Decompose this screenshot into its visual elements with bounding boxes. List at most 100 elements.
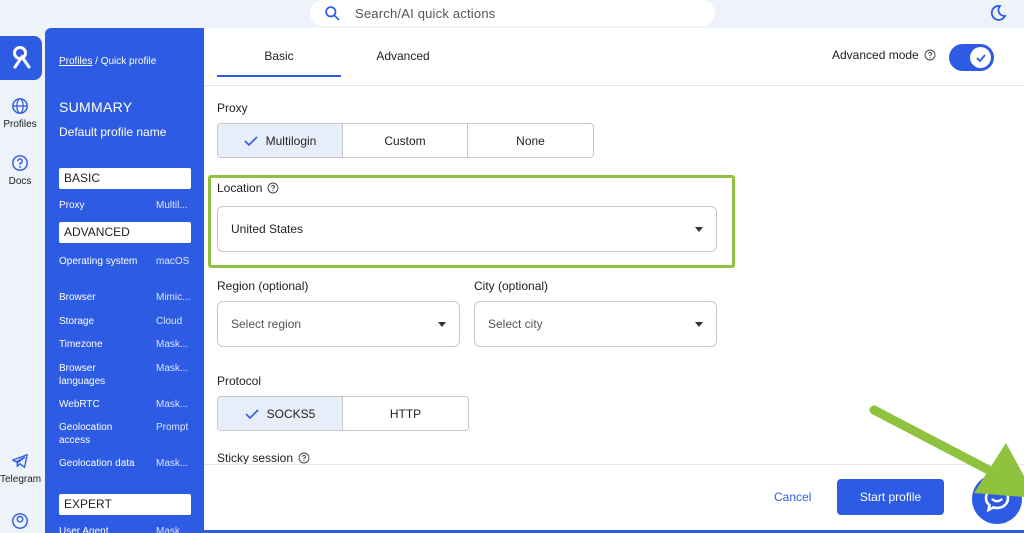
summary-row: Browser languages Mask... [59,362,194,388]
summary-row-key: WebRTC [59,399,100,410]
check-icon [975,53,986,62]
summary-row-key: Storage [59,316,95,327]
search-placeholder: Search/AI quick actions [355,5,496,21]
summary-row: User Agent Mask... [59,525,194,533]
tab-advanced[interactable]: Advanced [341,46,465,63]
breadcrumb-profiles-link[interactable]: Profiles [59,56,92,67]
protocol-option-http[interactable]: HTTP [343,397,468,430]
rail-item-telegram[interactable]: Telegram [0,452,42,485]
rail-label-docs: Docs [8,176,32,187]
advanced-mode-label-group: Advanced mode [832,48,936,62]
proxy-option-label: Multilogin [265,133,317,148]
location-label-group: Location [217,181,279,195]
tab-divider [204,85,1024,86]
sticky-session-label: Sticky session [217,451,294,465]
summary-row-value: Prompt [156,422,189,433]
summary-row-value: Cloud [156,316,183,327]
proxy-option-multilogin[interactable]: Multilogin [218,124,343,157]
section-expert[interactable]: EXPERT [59,494,191,515]
cancel-button[interactable]: Cancel [774,490,811,504]
location-label: Location [217,181,263,195]
summary-row: Storage Cloud [59,315,194,328]
question-circle-icon [12,155,28,171]
summary-row-key: Browser languages [59,363,106,387]
account-icon [12,513,28,529]
region-select[interactable]: Select region [217,301,460,347]
rail-item-profiles[interactable]: Profiles [0,97,40,130]
top-bar: Search/AI quick actions [0,0,1024,28]
summary-row: Geolocation data Mask... [59,457,194,470]
summary-row-key: Operating system [59,256,138,267]
proxy-option-label: None [516,133,545,148]
region-placeholder: Select region [231,317,302,331]
advanced-mode-label: Advanced mode [832,48,919,62]
tab-basic[interactable]: Basic [217,46,341,77]
summary-row-value: Mask... [156,526,189,533]
summary-row-value: Mask... [156,363,189,374]
summary-row-key: Proxy [59,200,85,211]
summary-row: Geolocation access Prompt [59,421,194,447]
city-placeholder: Select city [488,317,543,331]
check-icon [245,408,259,419]
proxy-label: Proxy [217,101,248,115]
summary-row-value: macOS [156,256,190,267]
chevron-down-icon [695,227,703,232]
summary-row-key: Geolocation data [59,458,135,469]
protocol-option-label: SOCKS5 [266,406,316,421]
city-select[interactable]: Select city [474,301,717,347]
summary-row-key: Browser [59,292,96,303]
protocol-label: Protocol [217,374,262,388]
proxy-option-custom[interactable]: Custom [343,124,468,157]
summary-row-key: Geolocation access [59,422,113,446]
proxy-option-none[interactable]: None [468,124,593,157]
breadcrumb-current: Quick profile [100,56,157,67]
summary-row: Proxy Multil... [59,199,194,212]
summary-row-key: User Agent [59,526,109,533]
section-advanced[interactable]: ADVANCED [59,222,191,243]
summary-row-value: Mask... [156,458,189,469]
sticky-session-label-group: Sticky session [217,451,310,465]
summary-row: WebRTC Mask... [59,398,194,411]
summary-title: SUMMARY [59,99,133,115]
help-icon[interactable] [924,49,936,61]
protocol-option-label: HTTP [389,406,422,421]
globe-icon [12,98,28,114]
rail-item-account[interactable] [0,512,40,533]
logo-icon [13,46,31,69]
breadcrumb-separator: / [95,56,98,67]
breadcrumb: Profiles / Quick profile [59,56,156,67]
telegram-icon [12,454,28,468]
moon-icon[interactable] [988,3,1008,23]
app-logo[interactable] [0,36,42,80]
search-icon [325,5,340,20]
location-value: United States [231,222,304,236]
summary-row-key: Timezone [59,339,103,350]
summary-row: Browser Mimic... [59,291,194,304]
rail-label-profiles: Profiles [3,119,37,130]
rail-item-docs[interactable]: Docs [0,154,40,187]
proxy-option-label: Custom [384,133,426,148]
main-panel: Basic Advanced Advanced mode Proxy Multi… [204,28,1024,533]
city-label: City (optional) [474,279,549,293]
toggle-knob [970,47,991,68]
help-icon[interactable] [298,452,310,464]
check-icon [244,135,258,146]
search-bar[interactable]: Search/AI quick actions [310,0,715,26]
summary-row-value: Mask... [156,399,189,410]
region-label: Region (optional) [217,279,309,293]
chevron-down-icon [438,322,446,327]
summary-row-value: Multil... [156,200,188,211]
protocol-option-socks5[interactable]: SOCKS5 [218,397,343,430]
help-icon[interactable] [267,182,279,194]
section-basic[interactable]: BASIC [59,168,191,189]
annotation-arrow [869,405,1024,498]
summary-row: Timezone Mask... [59,338,194,351]
summary-row-value: Mimic... [156,292,191,303]
chevron-down-icon [695,322,703,327]
summary-row-value: Mask... [156,339,189,350]
location-select[interactable]: United States [217,206,717,252]
advanced-mode-toggle[interactable] [949,44,994,71]
rail-label-telegram: Telegram [0,474,42,485]
profile-name: Default profile name [59,125,167,139]
protocol-segmented-control: SOCKS5 HTTP [217,396,469,431]
